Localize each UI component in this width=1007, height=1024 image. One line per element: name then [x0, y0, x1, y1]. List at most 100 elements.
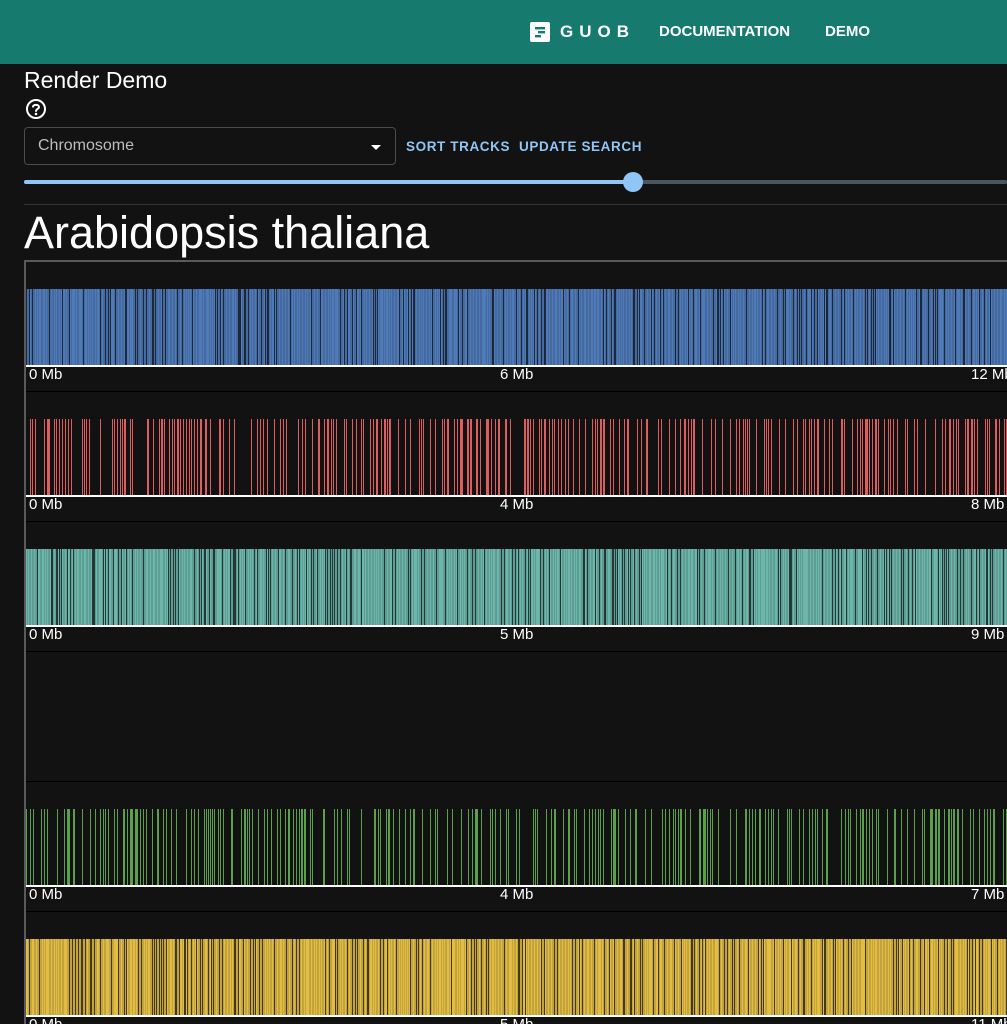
feature-line	[939, 939, 940, 1016]
feature-line	[936, 809, 937, 886]
feature-line	[637, 939, 638, 1016]
feature-line	[583, 549, 584, 626]
feature-line	[624, 419, 625, 496]
feature-line	[689, 939, 690, 1016]
feature-line	[540, 549, 541, 626]
feature-line	[220, 419, 221, 496]
feature-line	[37, 549, 38, 626]
help-circle-icon[interactable]	[25, 98, 47, 120]
feature-line	[297, 289, 298, 366]
feature-line	[387, 289, 388, 366]
feature-line	[323, 809, 324, 886]
slider-thumb[interactable]	[623, 172, 644, 192]
feature-line	[213, 939, 214, 1016]
feature-line	[650, 549, 651, 626]
feature-line	[986, 289, 987, 366]
feature-line	[603, 809, 604, 886]
feature-line	[930, 549, 931, 626]
feature-line	[124, 289, 125, 366]
feature-line	[325, 289, 326, 366]
feature-line	[252, 809, 253, 886]
feature-line	[867, 549, 868, 626]
feature-line	[132, 419, 133, 496]
feature-line	[512, 549, 513, 626]
feature-line	[553, 549, 554, 626]
feature-line	[1003, 809, 1004, 886]
feature-line	[399, 289, 400, 366]
feature-line	[649, 549, 650, 626]
feature-line	[889, 549, 890, 626]
feature-line	[954, 809, 955, 886]
feature-line	[490, 809, 491, 886]
feature-line	[140, 809, 141, 886]
feature-line	[710, 809, 711, 886]
feature-line	[610, 939, 611, 1016]
feature-line	[292, 289, 293, 366]
brand[interactable]: GUOB	[530, 20, 635, 44]
feature-line	[481, 939, 482, 1016]
feature-line	[835, 939, 836, 1016]
tick-label: 11 Mb	[971, 1016, 1007, 1024]
feature-line	[888, 419, 889, 496]
feature-line	[47, 419, 48, 496]
feature-line	[743, 289, 744, 366]
feature-line	[214, 289, 215, 366]
feature-line	[110, 289, 111, 366]
update-search-button[interactable]: UPDATE SEARCH	[519, 137, 642, 157]
feature-line	[805, 549, 806, 626]
feature-line	[475, 549, 476, 626]
feature-line	[280, 809, 281, 886]
feature-line	[768, 809, 769, 886]
feature-line	[283, 549, 284, 626]
feature-line	[594, 939, 595, 1016]
feature-line	[944, 809, 945, 886]
feature-line	[441, 549, 442, 626]
feature-line	[682, 939, 683, 1016]
feature-line	[915, 289, 916, 366]
feature-line	[224, 939, 225, 1016]
feature-line	[118, 289, 119, 366]
feature-line	[907, 809, 908, 886]
sort-tracks-button[interactable]: SORT TRACKS	[406, 137, 510, 157]
feature-line	[609, 939, 610, 1016]
feature-line	[772, 549, 773, 626]
feature-line	[280, 549, 281, 626]
feature-line	[343, 289, 344, 366]
feature-line	[192, 289, 193, 366]
feature-line	[59, 549, 60, 626]
feature-line	[444, 939, 445, 1016]
feature-line	[110, 549, 111, 626]
feature-line	[567, 289, 568, 366]
feature-line	[373, 939, 374, 1016]
nav-documentation[interactable]: DOCUMENTATION	[659, 20, 790, 44]
feature-line	[907, 289, 908, 366]
feature-line	[461, 939, 462, 1016]
feature-line	[187, 549, 188, 626]
feature-line	[32, 419, 33, 496]
feature-line	[219, 939, 220, 1016]
feature-line	[121, 549, 122, 626]
feature-line	[450, 289, 451, 366]
chromosome-select[interactable]: Chromosome	[24, 127, 396, 165]
feature-line	[441, 289, 442, 366]
feature-line	[860, 809, 861, 886]
feature-line	[540, 939, 541, 1016]
feature-line	[422, 939, 423, 1016]
feature-line	[788, 549, 789, 626]
feature-line	[410, 419, 411, 496]
track-bars	[30, 419, 1007, 496]
feature-line	[817, 809, 818, 886]
feature-line	[916, 289, 917, 366]
feature-line	[413, 289, 414, 366]
feature-line	[294, 939, 295, 1016]
feature-line	[651, 809, 652, 886]
feature-line	[756, 419, 757, 496]
feature-line	[194, 809, 195, 886]
nav-demo[interactable]: DEMO	[825, 20, 870, 44]
feature-line	[402, 289, 403, 366]
feature-line	[193, 289, 194, 366]
feature-line	[851, 939, 852, 1016]
feature-line	[871, 939, 872, 1016]
feature-line	[901, 549, 902, 626]
feature-line	[108, 289, 109, 366]
